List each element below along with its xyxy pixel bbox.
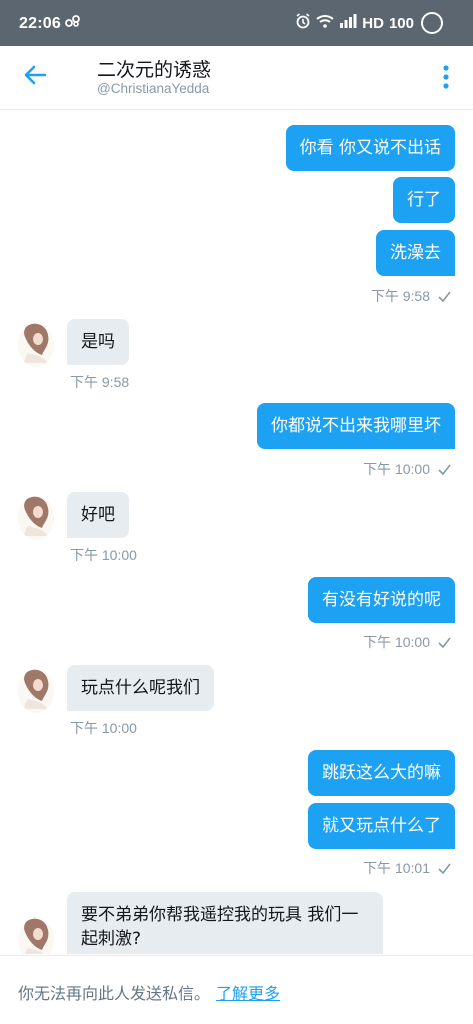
outgoing-message[interactable]: 就又玩点什么了 (308, 803, 455, 849)
avatar[interactable] (18, 918, 54, 954)
incoming-message[interactable]: 好吧 (67, 492, 129, 538)
dm-disabled-footer: 你无法再向此人发送私信。 了解更多 (0, 955, 473, 1024)
avatar[interactable] (18, 669, 54, 713)
status-time: 22:06 (19, 15, 61, 32)
sent-check-icon (438, 464, 451, 475)
wifi-icon (316, 14, 334, 32)
outgoing-message[interactable]: 你看 你又说不出话 (285, 125, 455, 171)
outgoing-message[interactable]: 你都说不出来我哪里坏 (257, 403, 455, 449)
status-icons: HD 100 (295, 12, 443, 34)
outgoing-message[interactable]: 洗澡去 (376, 230, 455, 276)
arrow-left-icon (24, 65, 47, 85)
timestamp-text: 下午 10:01 (363, 860, 430, 876)
incoming-message[interactable]: 玩点什么呢我们 (67, 665, 214, 711)
timestamp-text: 下午 10:00 (363, 461, 430, 477)
outgoing-message[interactable]: 行了 (393, 177, 455, 223)
network-activity-icon (65, 15, 81, 30)
timestamp-text: 下午 10:00 (363, 634, 430, 650)
outgoing-message[interactable]: 有没有好说的呢 (308, 577, 455, 623)
timestamp-text: 下午 9:58 (370, 288, 430, 304)
footer-notice: 你无法再向此人发送私信。 了解更多 (18, 980, 280, 1004)
message-timestamp: 下午 9:58 (371, 286, 451, 306)
more-options-button[interactable] (437, 64, 455, 90)
timestamp-text: 下午 10:00 (70, 720, 137, 736)
conversation-title[interactable]: 二次元的诱惑 (97, 55, 211, 82)
learn-more-link[interactable]: 了解更多 (216, 984, 280, 1003)
status-bar: 22:06 HD 100 (0, 0, 473, 46)
conversation-handle[interactable]: @ChristianaYedda (97, 81, 209, 96)
message-list[interactable]: 你看 你又说不出话 行了 洗澡去 下午 9:58 是吗 下午 9:58 你都说不… (0, 110, 473, 954)
message-timestamp: 下午 9:58 (70, 372, 129, 392)
incoming-message[interactable]: 要不弟弟你帮我遥控我的玩具 我们一起刺激? (67, 892, 383, 954)
message-timestamp: 下午 10:00 (70, 718, 137, 738)
sent-check-icon (438, 863, 451, 874)
message-timestamp: 下午 10:00 (70, 545, 137, 565)
conversation-header: 二次元的诱惑 @ChristianaYedda (0, 46, 473, 110)
alarm-icon (295, 13, 311, 33)
avatar[interactable] (18, 496, 54, 540)
sent-check-icon (438, 637, 451, 648)
timestamp-text: 下午 9:58 (70, 374, 130, 390)
battery-ring-icon (421, 12, 443, 34)
incoming-message[interactable]: 是吗 (67, 319, 129, 365)
avatar[interactable] (18, 323, 54, 367)
sent-check-icon (438, 291, 451, 302)
message-timestamp: 下午 10:00 (363, 459, 451, 479)
hd-label: HD (362, 14, 384, 32)
timestamp-text: 下午 10:00 (70, 547, 137, 563)
outgoing-message[interactable]: 跳跃这么大的嘛 (308, 750, 455, 796)
message-timestamp: 下午 10:00 (363, 632, 451, 652)
back-button[interactable] (20, 60, 50, 90)
battery-level: 100 (388, 14, 414, 32)
more-vertical-icon (443, 65, 449, 89)
message-timestamp: 下午 10:01 (363, 858, 451, 878)
footer-notice-text: 你无法再向此人发送私信。 (18, 984, 211, 1003)
signal-icon (339, 14, 357, 32)
